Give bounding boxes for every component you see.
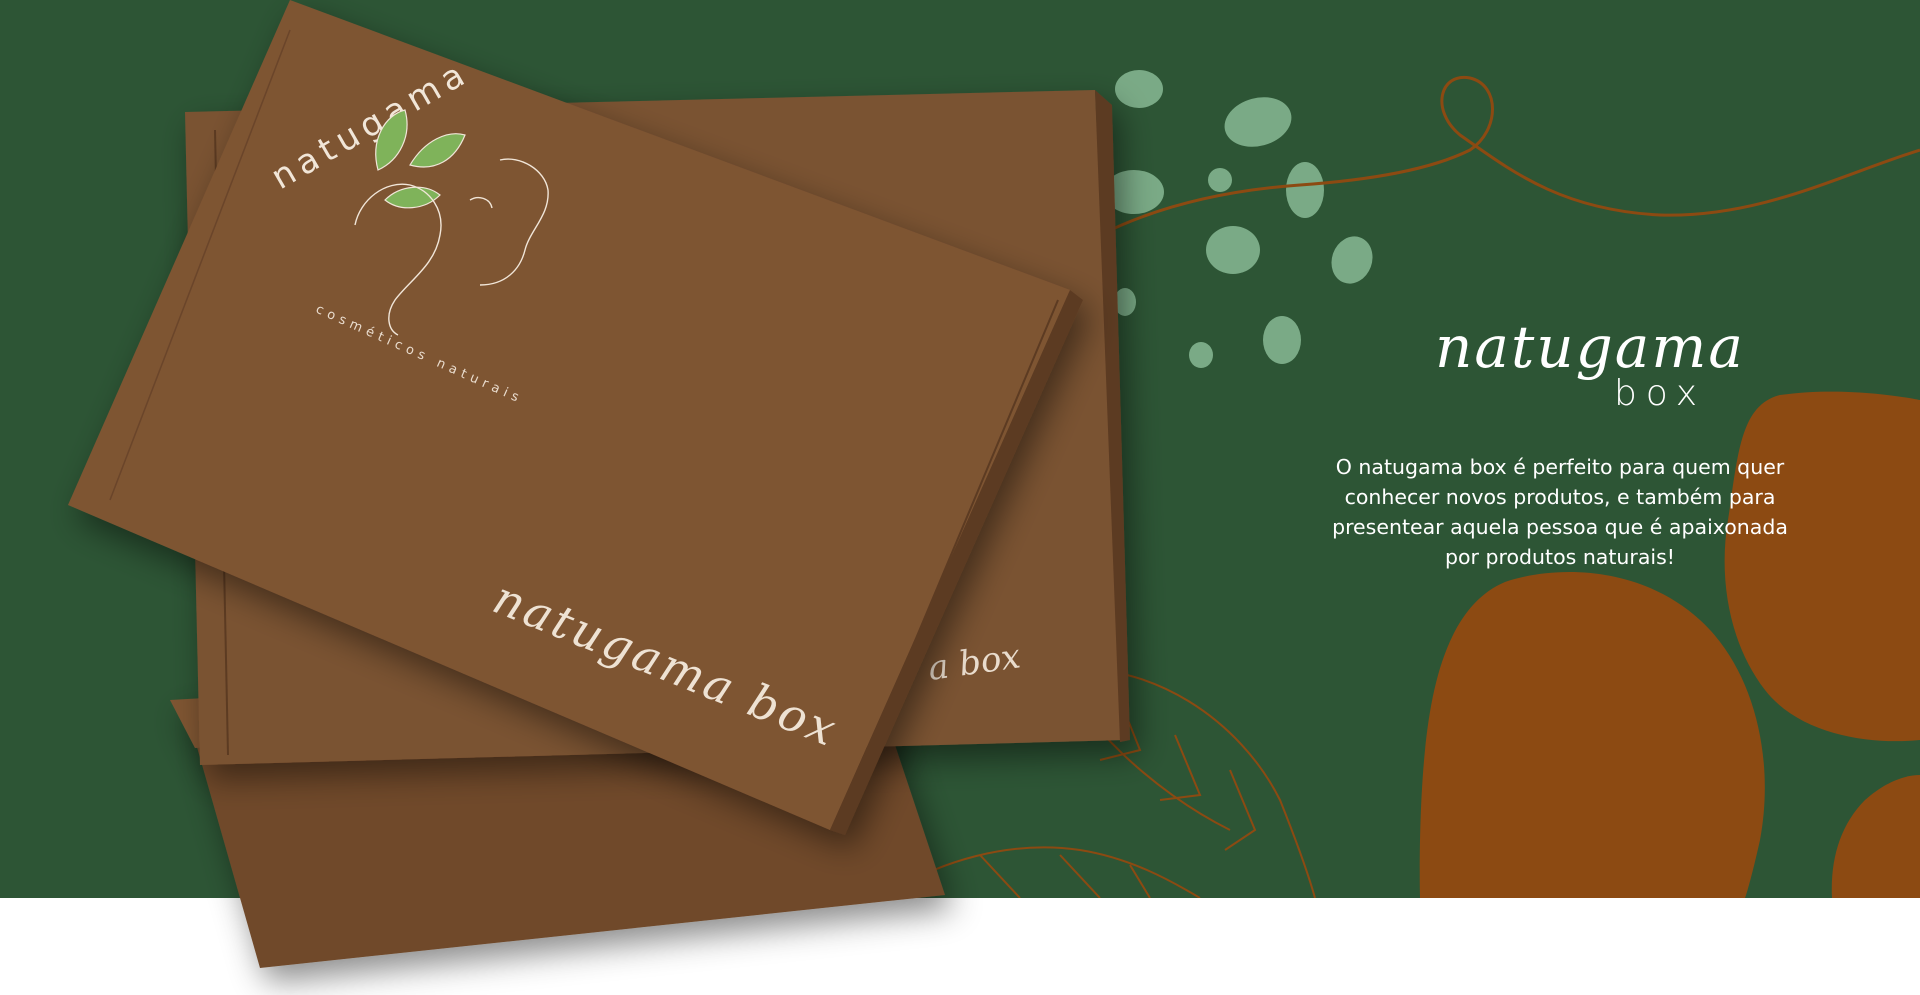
dot	[1189, 342, 1213, 368]
dot	[1104, 170, 1164, 214]
dot	[1263, 316, 1301, 364]
product-description: O natugama box é perfeito para quem quer…	[1332, 455, 1788, 569]
hero-section: natugama box O natugama box é perfeito p…	[0, 0, 1920, 898]
brand-name: natugama	[1435, 313, 1745, 381]
dot	[1114, 288, 1136, 316]
brand-subtitle: box	[1613, 373, 1707, 414]
dot	[1208, 168, 1232, 192]
dot	[1115, 70, 1163, 108]
dot	[1206, 226, 1260, 274]
product-card: natugama box O natugama box é perfeito p…	[1310, 318, 1810, 572]
dot	[1286, 162, 1324, 218]
